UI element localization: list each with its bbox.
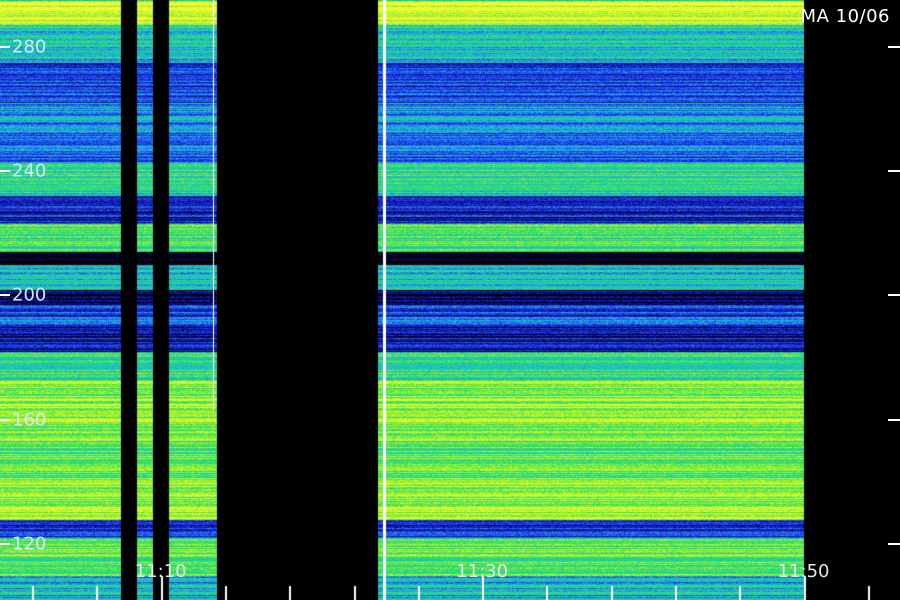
y-tick-mark-right [888,542,900,545]
y-tick-label: 240 [12,160,47,182]
x-tick-label: 11:30 [456,561,509,582]
chart-overlay: MA 10/06 280 240 200 160 120 11:10 11:30 11:50 [0,0,900,600]
y-tick-mark-left [0,45,10,48]
y-tick-label: 200 [12,284,47,306]
y-tick-mark-left [0,294,10,297]
y-tick-label: 160 [12,409,47,431]
y-tick-mark-left [0,169,10,172]
station-date-label: MA 10/06 [800,6,890,27]
y-tick-label: 280 [12,36,47,58]
y-tick-mark-left [0,542,10,545]
y-tick-label: 120 [12,533,47,555]
y-tick-mark-left [0,418,10,421]
y-tick-mark-right [888,418,900,421]
y-tick-mark-right [888,45,900,48]
y-tick-mark-right [888,294,900,297]
x-tick-label: 11:50 [777,561,830,582]
y-tick-mark-right [888,169,900,172]
x-tick-label: 11:10 [134,561,187,582]
